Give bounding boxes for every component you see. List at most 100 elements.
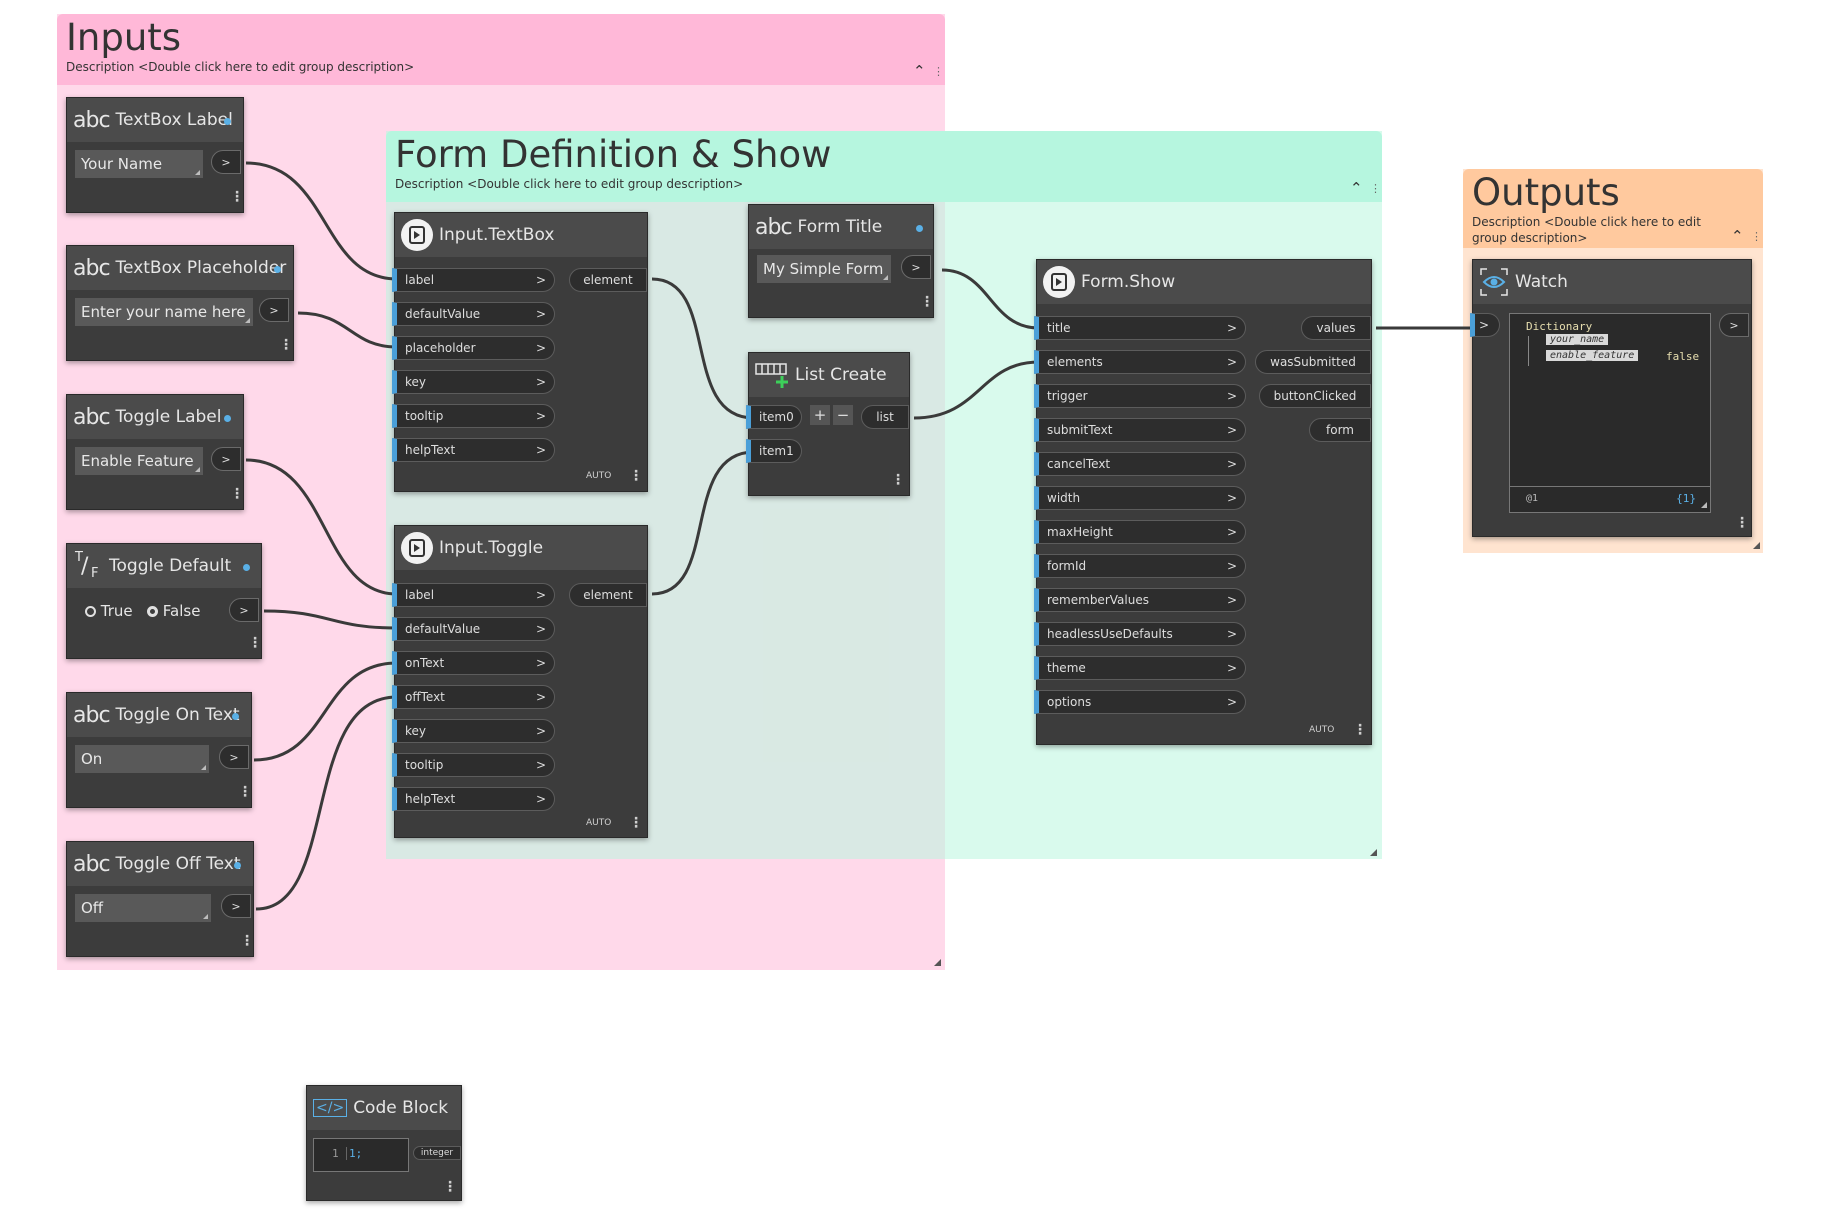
resize-corner-icon[interactable] bbox=[1701, 502, 1707, 508]
string-value[interactable]: Enable Feature bbox=[81, 452, 194, 470]
input-port-remembervalues[interactable]: rememberValues > bbox=[1034, 588, 1246, 612]
node-header[interactable]: </> Code Block bbox=[307, 1086, 461, 1130]
watch-preview-panel[interactable]: Dictionary your_name enable_feature fals… bbox=[1509, 313, 1711, 513]
node-header[interactable]: Input.Toggle bbox=[395, 526, 647, 570]
resize-corner-icon[interactable] bbox=[195, 467, 200, 472]
string-value[interactable]: Enter your name here bbox=[81, 303, 246, 321]
input-port-width[interactable]: width > bbox=[1034, 486, 1246, 510]
resize-corner-icon[interactable] bbox=[883, 275, 888, 280]
node-header[interactable]: abc Toggle Label bbox=[67, 395, 243, 439]
node-header[interactable]: List Create bbox=[749, 353, 909, 397]
node-menu-icon[interactable]: ⋮ bbox=[279, 338, 293, 352]
collapse-icon[interactable]: ⌃ bbox=[1731, 229, 1744, 244]
input-port-canceltext[interactable]: cancelText > bbox=[1034, 452, 1246, 476]
input-port-title[interactable]: title > bbox=[1034, 316, 1246, 340]
group-description[interactable]: Description <Double click here to edit g… bbox=[1472, 215, 1722, 246]
code-text[interactable]: 1; bbox=[346, 1147, 362, 1160]
group-description[interactable]: Description <Double click here to edit g… bbox=[66, 60, 414, 76]
node-header[interactable]: T / F Toggle Default bbox=[67, 544, 261, 588]
group-title[interactable]: Outputs bbox=[1472, 172, 1620, 214]
input-port-formid[interactable]: formId > bbox=[1034, 554, 1246, 578]
node-menu-icon[interactable]: ⋮ bbox=[920, 295, 934, 309]
node-form-title[interactable]: abc Form Title My Simple Form > ⋮ bbox=[748, 204, 934, 318]
output-port-form[interactable]: form bbox=[1309, 418, 1371, 442]
output-port[interactable]: > bbox=[211, 447, 241, 471]
string-input-field[interactable]: On bbox=[75, 745, 209, 773]
group-title[interactable]: Form Definition & Show bbox=[395, 134, 831, 176]
node-menu-icon[interactable]: ⋮ bbox=[248, 636, 262, 650]
output-port-list[interactable]: list bbox=[861, 405, 909, 429]
false-radio-option[interactable]: False bbox=[147, 602, 200, 620]
node-menu-icon[interactable]: ⋮ bbox=[1735, 516, 1749, 530]
node-menu-icon[interactable]: ⋮ bbox=[443, 1180, 457, 1194]
string-value[interactable]: Off bbox=[81, 899, 103, 917]
input-port-tooltip[interactable]: tooltip > bbox=[392, 753, 555, 777]
input-port[interactable]: > bbox=[1470, 313, 1500, 337]
group-menu-icon[interactable]: ⋮ bbox=[1751, 231, 1762, 242]
output-port[interactable]: > bbox=[229, 598, 259, 622]
output-port[interactable]: > bbox=[211, 150, 241, 174]
node-toggle-label[interactable]: abc Toggle Label Enable Feature > ⋮ bbox=[66, 394, 244, 510]
string-input-field[interactable]: Your Name bbox=[75, 150, 203, 178]
node-menu-icon[interactable]: ⋮ bbox=[891, 473, 905, 487]
string-value[interactable]: On bbox=[81, 750, 102, 768]
input-port-label[interactable]: label > bbox=[392, 268, 555, 292]
node-header[interactable]: abc TextBox Label bbox=[67, 98, 243, 142]
input-port-offtext[interactable]: offText > bbox=[392, 685, 555, 709]
node-header[interactable]: abc Toggle On Text bbox=[67, 693, 251, 737]
group-resize-handle[interactable] bbox=[934, 959, 941, 966]
string-value[interactable]: Your Name bbox=[81, 155, 162, 173]
string-input-field[interactable]: Enable Feature bbox=[75, 447, 203, 475]
node-menu-icon[interactable]: ⋮ bbox=[1353, 723, 1367, 737]
node-header[interactable]: Input.TextBox bbox=[395, 213, 647, 257]
input-port-placeholder[interactable]: placeholder > bbox=[392, 336, 555, 360]
node-menu-icon[interactable]: ⋮ bbox=[629, 816, 643, 830]
node-watch[interactable]: Watch > > Dictionary your_name enable_fe… bbox=[1470, 259, 1752, 537]
collapse-icon[interactable]: ⌃ bbox=[913, 64, 926, 79]
output-port[interactable]: > bbox=[901, 255, 931, 279]
node-menu-icon[interactable]: ⋮ bbox=[230, 190, 244, 204]
node-textbox-label[interactable]: abc TextBox Label Your Name > ⋮ bbox=[66, 97, 244, 213]
node-input-textbox[interactable]: Input.TextBox label > defaultValue > place… bbox=[392, 212, 648, 492]
group-menu-icon[interactable]: ⋮ bbox=[933, 66, 944, 77]
input-port-item1[interactable]: item1 bbox=[746, 439, 802, 463]
group-resize-handle[interactable] bbox=[1753, 542, 1760, 549]
input-port-ontext[interactable]: onText > bbox=[392, 651, 555, 675]
output-port-element[interactable]: element bbox=[569, 268, 647, 292]
input-port-options[interactable]: options > bbox=[1034, 690, 1246, 714]
output-port[interactable]: > bbox=[259, 298, 289, 322]
group-title[interactable]: Inputs bbox=[66, 17, 181, 59]
input-port-theme[interactable]: theme > bbox=[1034, 656, 1246, 680]
node-list-create[interactable]: List Create item0 item1 + − list ⋮ bbox=[746, 352, 910, 496]
code-editor[interactable]: 1 1; bbox=[313, 1138, 409, 1172]
input-port-defaultvalue[interactable]: defaultValue > bbox=[392, 302, 555, 326]
node-header[interactable]: Form.Show bbox=[1037, 260, 1371, 304]
resize-corner-icon[interactable] bbox=[201, 765, 206, 770]
string-input-field[interactable]: My Simple Form bbox=[757, 255, 891, 283]
output-port[interactable]: > bbox=[221, 894, 251, 918]
string-value[interactable]: My Simple Form bbox=[763, 260, 883, 278]
node-toggle-default[interactable]: T / F Toggle Default True False > ⋮ bbox=[66, 543, 262, 659]
resize-corner-icon[interactable] bbox=[203, 914, 208, 919]
output-port-wassubmitted[interactable]: wasSubmitted bbox=[1255, 350, 1371, 374]
input-port-headlessusedefaults[interactable]: headlessUseDefaults > bbox=[1034, 622, 1246, 646]
node-textbox-placeholder[interactable]: abc TextBox Placeholder Enter your name … bbox=[66, 245, 294, 361]
node-header[interactable]: abc TextBox Placeholder bbox=[67, 246, 293, 290]
output-port[interactable]: > bbox=[219, 745, 249, 769]
output-port[interactable]: > bbox=[1719, 313, 1749, 337]
node-header[interactable]: abc Toggle Off Text bbox=[67, 842, 253, 886]
node-menu-icon[interactable]: ⋮ bbox=[238, 785, 252, 799]
output-port-values[interactable]: values bbox=[1301, 316, 1371, 340]
input-port-defaultvalue[interactable]: defaultValue > bbox=[392, 617, 555, 641]
input-port-label[interactable]: label > bbox=[392, 583, 555, 607]
input-port-key[interactable]: key > bbox=[392, 719, 555, 743]
input-port-maxheight[interactable]: maxHeight > bbox=[1034, 520, 1246, 544]
input-port-helptext[interactable]: helpText > bbox=[392, 787, 555, 811]
input-port-tooltip[interactable]: tooltip > bbox=[392, 404, 555, 428]
resize-corner-icon[interactable] bbox=[195, 170, 200, 175]
resize-corner-icon[interactable] bbox=[245, 318, 250, 323]
input-port-helptext[interactable]: helpText > bbox=[392, 438, 555, 462]
input-port-key[interactable]: key > bbox=[392, 370, 555, 394]
output-port-integer[interactable]: integer bbox=[413, 1146, 461, 1160]
node-code-block[interactable]: </> Code Block 1 1; integer ⋮ bbox=[306, 1085, 462, 1201]
